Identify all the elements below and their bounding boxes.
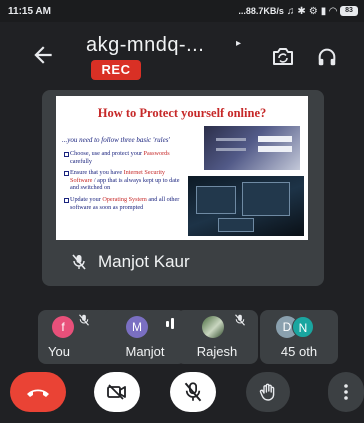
switch-camera-button[interactable] (270, 46, 296, 68)
hang-up-icon (27, 389, 49, 397)
slide-subtitle: ...you need to follow three basic 'rules… (62, 136, 170, 144)
alarm-icon: ⚙ (308, 5, 318, 17)
wifi-icon: ◠ (329, 5, 337, 17)
avatar: f (52, 316, 74, 338)
participant-name: Manjot (125, 344, 165, 359)
headphones-status-icon: ♫ (286, 5, 295, 17)
mic-off-icon (184, 382, 202, 402)
slide-title: How to Protect yourself online? (97, 106, 267, 120)
call-header: akg-mndq-... ▸ REC (0, 22, 364, 88)
end-call-button[interactable] (10, 372, 66, 412)
mic-off-icon (72, 254, 86, 270)
back-button[interactable] (30, 42, 56, 68)
status-icons: ...88.7KB/s ♫ ✱ ⚙ ▮ ◠ 83 (238, 6, 358, 17)
recording-badge: REC (91, 60, 141, 80)
camera-toggle-button[interactable] (94, 372, 140, 412)
signal-icon: ▮ (320, 5, 327, 17)
participant-tile-others[interactable]: D N 45 oth (260, 310, 338, 364)
slide-bullet: Ensure that you have Internet Security S… (64, 169, 182, 192)
slide-bullet: Update your Operating System and all oth… (64, 196, 182, 211)
call-controls (0, 372, 364, 412)
avatar: N (292, 316, 314, 338)
slide-bullets: Choose, use and protect your Passwords c… (64, 150, 182, 215)
battery-icon: 83 (340, 6, 358, 16)
mic-off-icon (79, 314, 89, 326)
shared-slide: How to Protect yourself online? ...you n… (56, 96, 308, 240)
network-speed: ...88.7KB/s (238, 6, 284, 16)
participant-photo (202, 316, 224, 338)
camera-off-icon (107, 384, 126, 400)
bluetooth-icon: ✱ (297, 5, 306, 17)
status-time: 11:15 AM (8, 5, 51, 17)
avatar: M (126, 316, 148, 338)
hand-icon (259, 383, 275, 401)
raise-hand-button[interactable] (246, 372, 290, 412)
meeting-title[interactable]: akg-mndq-... (86, 34, 204, 57)
slide-bullet: Choose, use and protect your Passwords c… (64, 150, 182, 165)
presenter-name: Manjot Kaur (98, 252, 190, 271)
presenter-caption: Manjot Kaur (72, 252, 190, 272)
status-bar: 11:15 AM ...88.7KB/s ♫ ✱ ⚙ ▮ ◠ 83 (0, 0, 364, 22)
presentation-tile[interactable]: How to Protect yourself online? ...you n… (42, 90, 324, 286)
audio-output-button[interactable] (316, 46, 338, 68)
more-options-button[interactable] (328, 372, 364, 412)
back-arrow-icon (34, 46, 52, 64)
participant-tile-manjot[interactable]: M Manjot (104, 310, 186, 364)
participant-tile-rajesh[interactable]: Rajesh (176, 310, 258, 364)
mic-off-icon (235, 314, 245, 326)
participant-name: 45 oth (280, 344, 318, 359)
participant-strip: f You M Manjot Rajesh D N 45 oth (38, 310, 358, 364)
switch-camera-icon (273, 48, 293, 65)
headphones-icon (318, 48, 336, 66)
participant-name: Rajesh (196, 344, 238, 359)
password-login-image (204, 126, 300, 170)
more-vert-icon (344, 384, 348, 400)
desktop-screens-image (188, 176, 304, 236)
chevron-right-icon[interactable]: ▸ (236, 38, 241, 49)
mic-toggle-button[interactable] (170, 372, 216, 412)
